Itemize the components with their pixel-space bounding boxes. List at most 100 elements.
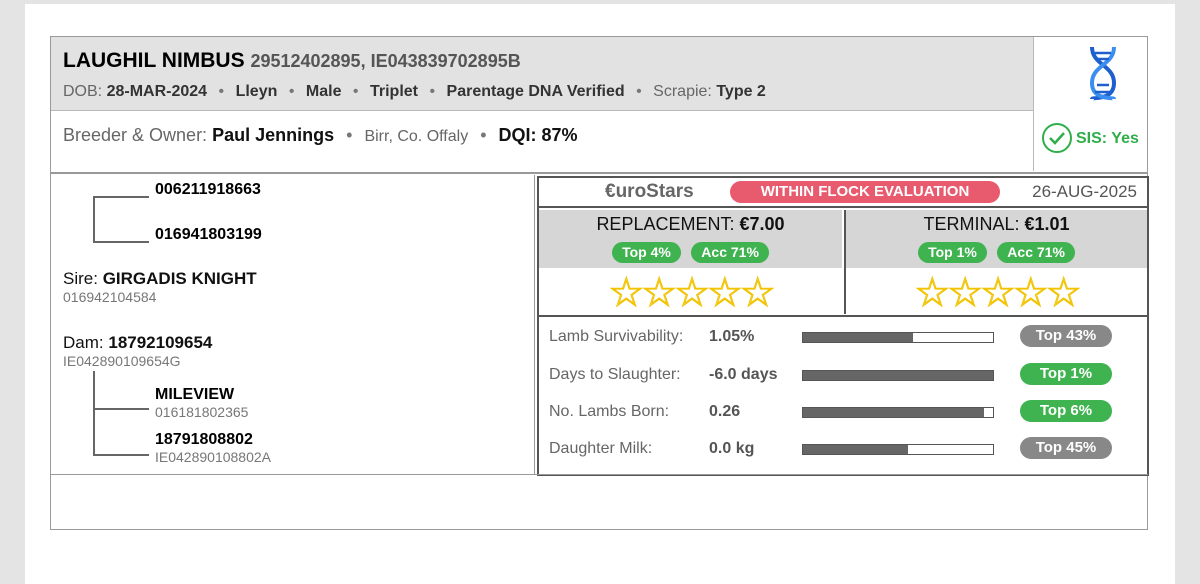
star-icons: ☆☆☆☆☆ — [608, 271, 776, 315]
dob-value: 28-MAR-2024 — [106, 83, 208, 100]
trait-row: No. Lambs Born: 0.26 Top 6% — [539, 394, 1147, 430]
terminal-value: €1.01 — [1024, 214, 1070, 234]
terminal-label-line: TERMINAL: €1.01 — [846, 214, 1147, 235]
dam-name: 18792109654 — [108, 333, 213, 352]
evaluation-date: 26-AUG-2025 — [1032, 182, 1137, 201]
owner-location: Birr, Co. Offaly — [364, 128, 469, 145]
trait-row: Daughter Milk: 0.0 kg Top 45% — [539, 431, 1147, 467]
animal-header: LAUGHIL NIMBUS 29512402895, IE0438397028… — [51, 37, 1033, 111]
trait-label: Days to Slaughter: — [549, 366, 681, 383]
animal-meta: DOB: 28-MAR-2024 • Lleyn • Male • Triple… — [63, 83, 766, 101]
replacement-summary: REPLACEMENT: €7.00 Top 4% Acc 71% — [539, 210, 842, 268]
pedigree-connector — [93, 196, 95, 242]
dam-dam-name: 18791808802 — [155, 431, 253, 448]
trait-value: 0.26 — [709, 403, 741, 420]
breed-value: Lleyn — [235, 83, 278, 100]
eurostars-panel: €uroStars WITHIN FLOCK EVALUATION 26-AUG… — [535, 174, 1149, 476]
animal-name: LAUGHIL NIMBUS — [63, 49, 245, 72]
dna-helix-icon — [1089, 46, 1117, 101]
sis-status: SIS: Yes — [1076, 130, 1139, 147]
scrapie-value: Type 2 — [716, 83, 766, 100]
trait-rank-pill: Top 45% — [1020, 437, 1112, 459]
replacement-top-pill: Top 4% — [612, 242, 681, 263]
parentage-value: Parentage DNA Verified — [446, 83, 625, 100]
separator-dot: • — [352, 83, 359, 100]
trait-label: No. Lambs Born: — [549, 403, 670, 420]
trait-row: Lamb Survivability: 1.05% Top 43% — [539, 319, 1147, 355]
trait-value: -6.0 days — [709, 366, 778, 383]
trait-rank-pill: Top 43% — [1020, 325, 1112, 347]
terminal-pills: Top 1% Acc 71% — [846, 242, 1147, 263]
eurostars-header: €uroStars WITHIN FLOCK EVALUATION 26-AUG… — [539, 178, 1147, 208]
dam-dam-id: IE042890108802A — [155, 449, 271, 465]
scrapie-label: Scrapie: — [653, 83, 712, 100]
trait-bar — [802, 407, 994, 418]
sire-name: GIRGADIS KNIGHT — [102, 269, 257, 288]
replacement-acc-pill: Acc 71% — [691, 242, 769, 263]
birth-type-value: Triplet — [369, 83, 418, 100]
eurostars-box: €uroStars WITHIN FLOCK EVALUATION 26-AUG… — [537, 176, 1149, 476]
pedigree-connector — [93, 408, 149, 410]
trait-value: 0.0 kg — [709, 440, 755, 457]
dqi-value: DQI: 87% — [498, 125, 578, 145]
animal-title: LAUGHIL NIMBUS 29512402895, IE0438397028… — [63, 49, 521, 73]
sire-sire-id: 006211918663 — [155, 181, 261, 198]
replacement-pills: Top 4% Acc 71% — [539, 242, 842, 263]
sire-line: Sire: GIRGADIS KNIGHT — [63, 269, 257, 289]
separator-dot: • — [480, 125, 487, 145]
dam-label: Dam: — [63, 333, 104, 352]
owner-name: Paul Jennings — [212, 125, 335, 145]
separator-dot: • — [218, 83, 225, 100]
sex-value: Male — [305, 83, 342, 100]
trait-bar-fill — [803, 333, 914, 342]
trait-row: Days to Slaughter: -6.0 days Top 1% — [539, 357, 1147, 393]
dam-id: IE042890109654G — [63, 353, 181, 369]
trait-label: Daughter Milk: — [549, 440, 653, 457]
trait-bar — [802, 370, 994, 381]
star-icons: ☆☆☆☆☆ — [914, 271, 1082, 315]
replacement-value: €7.00 — [739, 214, 785, 234]
dam-sire-id: 016181802365 — [155, 404, 249, 420]
pedigree-connector — [93, 454, 149, 456]
pedigree-connector — [93, 371, 95, 455]
trait-bar-fill — [803, 408, 984, 417]
dob-label: DOB: — [63, 83, 103, 100]
section-divider — [539, 315, 1147, 317]
trait-bar-fill — [803, 445, 908, 454]
eurostars-logo: €uroStars — [605, 181, 694, 202]
sis-badge: SIS: Yes — [1040, 123, 1144, 157]
terminal-star-rating: ☆☆☆☆☆ — [846, 271, 1147, 315]
pedigree-connector — [93, 241, 149, 243]
terminal-top-pill: Top 1% — [918, 242, 987, 263]
dam-line: Dam: 18792109654 — [63, 333, 212, 353]
terminal-acc-pill: Acc 71% — [997, 242, 1075, 263]
sire-id: 016942104584 — [63, 289, 157, 305]
sire-label: Sire: — [63, 269, 98, 288]
terminal-summary: TERMINAL: €1.01 Top 1% Acc 71% — [846, 210, 1147, 268]
terminal-index: TERMINAL: €1.01 Top 1% Acc 71% ☆☆☆☆☆ — [844, 210, 1147, 314]
animal-ids: 29512402895, IE043839702895B — [250, 51, 521, 71]
terminal-label: TERMINAL: — [923, 214, 1020, 234]
animal-card: LAUGHIL NIMBUS 29512402895, IE0438397028… — [50, 36, 1149, 530]
trait-bar-fill — [803, 371, 993, 380]
trait-bar — [802, 332, 994, 343]
sire-dam-id: 016941803199 — [155, 226, 262, 243]
trait-label: Lamb Survivability: — [549, 328, 684, 345]
trait-value: 1.05% — [709, 328, 755, 345]
separator-dot: • — [288, 83, 295, 100]
replacement-index: REPLACEMENT: €7.00 Top 4% Acc 71% ☆☆☆☆☆ — [539, 210, 842, 314]
trait-list: Lamb Survivability: 1.05% Top 43% Days t… — [539, 319, 1147, 474]
separator-dot: • — [346, 125, 353, 145]
badge-column: SIS: Yes — [1033, 37, 1148, 171]
replacement-label-line: REPLACEMENT: €7.00 — [539, 214, 842, 235]
separator-dot: • — [429, 83, 436, 100]
separator-dot: • — [636, 83, 642, 100]
trait-rank-pill: Top 1% — [1020, 363, 1112, 385]
check-circle-icon — [1042, 123, 1072, 153]
evaluation-badge: WITHIN FLOCK EVALUATION — [730, 181, 1000, 203]
trait-rank-pill: Top 6% — [1020, 400, 1112, 422]
replacement-star-rating: ☆☆☆☆☆ — [539, 271, 842, 315]
pedigree-connector — [93, 196, 149, 198]
section-divider — [51, 474, 1148, 475]
trait-bar — [802, 444, 994, 455]
